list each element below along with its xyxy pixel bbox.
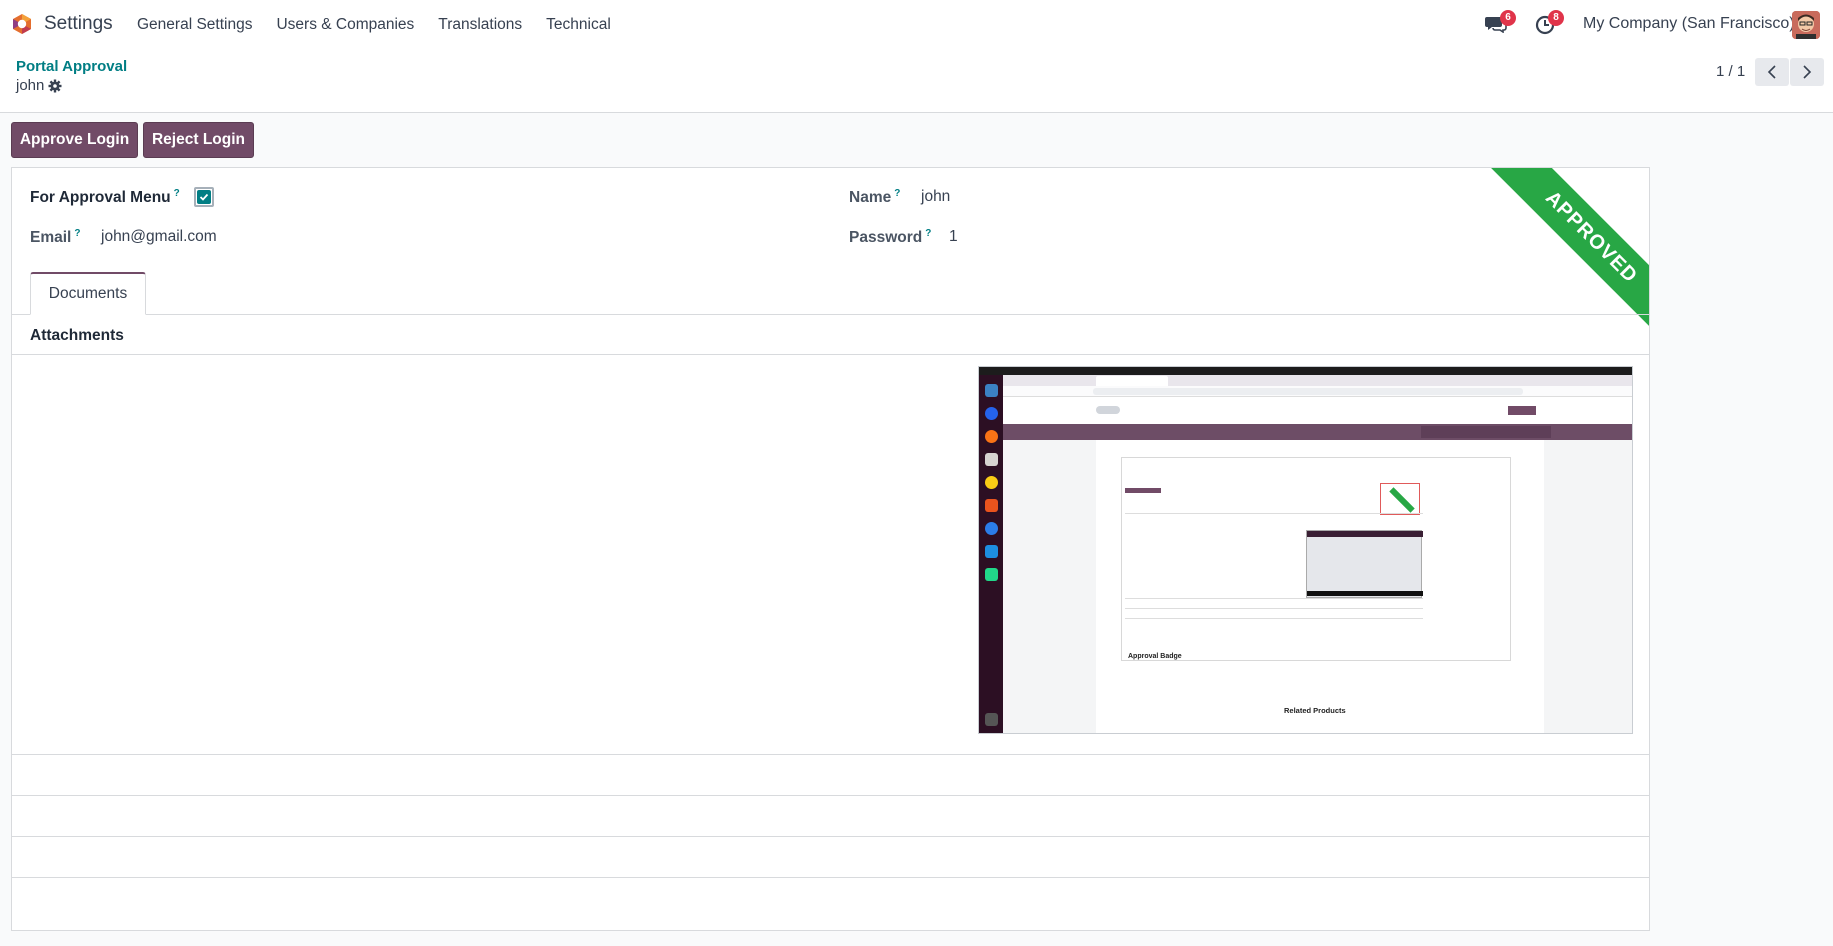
activities-count-badge: 8 bbox=[1548, 10, 1564, 26]
attachment-row-divider bbox=[12, 795, 1649, 796]
attachment-row-divider bbox=[12, 877, 1649, 878]
email-value[interactable]: john@gmail.com bbox=[101, 228, 217, 246]
name-label: Name? bbox=[849, 188, 900, 207]
name-label-text: Name bbox=[849, 189, 892, 207]
approval-menu-label-text: For Approval Menu bbox=[30, 189, 171, 207]
tabs-divider bbox=[12, 314, 1649, 315]
attachment-image[interactable]: Approval Badge Related Products bbox=[978, 366, 1633, 734]
gear-icon[interactable] bbox=[48, 79, 62, 93]
approved-ribbon-text: APPROVED bbox=[1490, 168, 1649, 328]
password-value[interactable]: 1 bbox=[949, 228, 958, 246]
breadcrumb-portal-approval[interactable]: Portal Approval bbox=[16, 58, 127, 75]
odoo-logo-icon[interactable] bbox=[11, 13, 33, 35]
record-name: john bbox=[16, 77, 45, 94]
chevron-right-icon bbox=[1803, 65, 1812, 79]
pager-value[interactable]: 1 / 1 bbox=[1716, 63, 1745, 80]
thumb-site-bar bbox=[1003, 424, 1632, 440]
menu-technical[interactable]: Technical bbox=[546, 16, 611, 34]
help-tooltip-icon[interactable]: ? bbox=[174, 188, 180, 199]
menu-general-settings[interactable]: General Settings bbox=[137, 16, 252, 34]
record-title: john bbox=[16, 77, 62, 94]
attachments-title: Attachments bbox=[30, 327, 124, 344]
company-switcher[interactable]: My Company (San Francisco) bbox=[1583, 15, 1795, 33]
attachment-row-divider bbox=[12, 836, 1649, 837]
status-ribbon: APPROVED bbox=[1489, 168, 1649, 328]
pager-previous-button[interactable] bbox=[1755, 58, 1789, 86]
thumb-page: Approval Badge Related Products bbox=[1003, 440, 1632, 733]
attachments-divider bbox=[12, 354, 1649, 355]
password-label-text: Password bbox=[849, 229, 923, 247]
chevron-left-icon bbox=[1767, 65, 1776, 79]
email-label-text: Email bbox=[30, 229, 72, 247]
thumb-site-header bbox=[1003, 397, 1632, 424]
thumb-browser-tabs bbox=[1003, 375, 1632, 386]
password-label: Password? bbox=[849, 228, 931, 247]
pager-next-button[interactable] bbox=[1790, 58, 1824, 86]
checkbox-check-icon bbox=[197, 190, 211, 204]
messages-count-badge: 6 bbox=[1500, 10, 1516, 26]
thumb-approval-badge-heading: Approval Badge bbox=[1128, 653, 1182, 660]
menu-users-companies[interactable]: Users & Companies bbox=[276, 16, 414, 34]
approve-login-button[interactable]: Approve Login bbox=[11, 122, 138, 158]
email-label: Email? bbox=[30, 228, 80, 247]
app-name[interactable]: Settings bbox=[44, 13, 113, 35]
menu-translations[interactable]: Translations bbox=[438, 16, 522, 34]
thumb-related-products-heading: Related Products bbox=[1284, 706, 1346, 715]
help-tooltip-icon[interactable]: ? bbox=[925, 228, 931, 239]
approval-menu-label: For Approval Menu? bbox=[30, 188, 180, 207]
tab-documents[interactable]: Documents bbox=[30, 272, 146, 315]
control-panel: Portal Approval john 1 / 1 bbox=[0, 49, 1833, 113]
top-navbar: Settings General Settings Users & Compan… bbox=[0, 0, 1833, 49]
thumb-system-bar bbox=[979, 367, 1632, 375]
user-avatar[interactable] bbox=[1792, 11, 1820, 39]
approval-menu-checkbox[interactable] bbox=[194, 187, 214, 207]
thumb-url-bar bbox=[1003, 386, 1632, 397]
thumb-dock bbox=[979, 375, 1003, 733]
attachment-row-divider bbox=[12, 754, 1649, 755]
name-value[interactable]: john bbox=[921, 188, 950, 206]
reject-login-button[interactable]: Reject Login bbox=[143, 122, 254, 158]
form-sheet: For Approval Menu? Email? john@gmail.com… bbox=[11, 167, 1650, 931]
help-tooltip-icon[interactable]: ? bbox=[74, 228, 80, 239]
help-tooltip-icon[interactable]: ? bbox=[894, 188, 900, 199]
main-menu: General Settings Users & Companies Trans… bbox=[137, 16, 635, 34]
